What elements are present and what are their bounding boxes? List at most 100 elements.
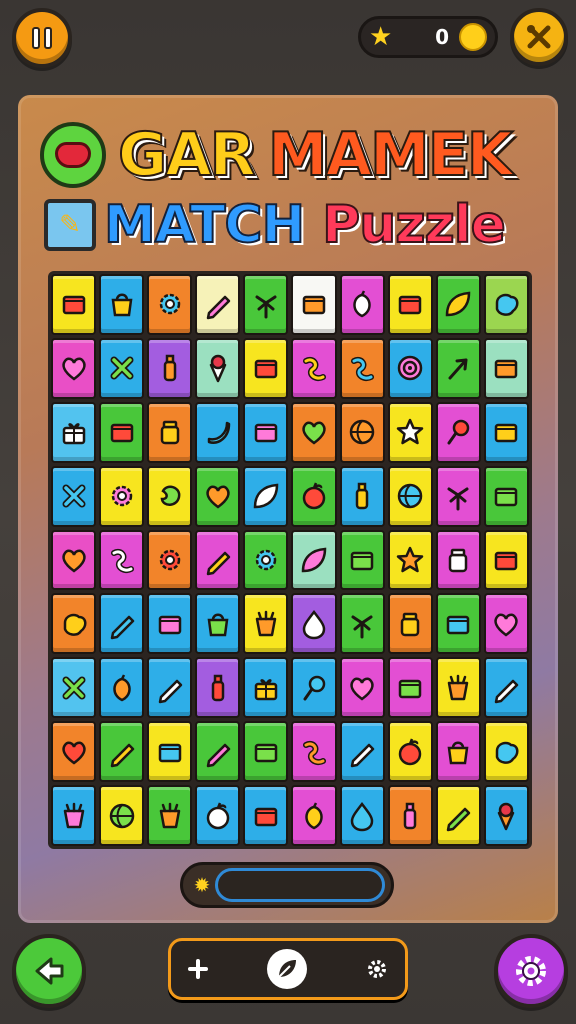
tile[interactable] xyxy=(195,593,241,655)
tile[interactable] xyxy=(243,274,289,335)
tile[interactable] xyxy=(291,721,337,783)
tile[interactable] xyxy=(339,401,385,463)
tile[interactable] xyxy=(483,274,529,335)
pause-button[interactable] xyxy=(12,8,72,68)
tile[interactable] xyxy=(387,785,433,846)
tile[interactable] xyxy=(435,529,481,591)
tile[interactable] xyxy=(243,657,289,719)
tile[interactable] xyxy=(243,593,289,655)
tile[interactable] xyxy=(51,785,97,846)
tile[interactable] xyxy=(483,657,529,719)
leaf-button[interactable] xyxy=(267,949,307,989)
tile[interactable] xyxy=(99,657,145,719)
tile[interactable] xyxy=(99,785,145,846)
tile[interactable] xyxy=(51,337,97,399)
tile[interactable] xyxy=(195,657,241,719)
tile[interactable] xyxy=(387,721,433,783)
tile[interactable] xyxy=(195,465,241,527)
tile[interactable] xyxy=(435,593,481,655)
tile[interactable] xyxy=(147,785,193,846)
tile[interactable] xyxy=(243,529,289,591)
tile[interactable] xyxy=(51,593,97,655)
tile[interactable] xyxy=(291,337,337,399)
tile[interactable] xyxy=(195,337,241,399)
tile[interactable] xyxy=(483,593,529,655)
tile[interactable] xyxy=(387,465,433,527)
tile[interactable] xyxy=(51,657,97,719)
tile[interactable] xyxy=(243,785,289,846)
tile[interactable] xyxy=(147,721,193,783)
tile[interactable] xyxy=(435,721,481,783)
tile[interactable] xyxy=(387,337,433,399)
tile[interactable] xyxy=(483,337,529,399)
tile[interactable] xyxy=(99,401,145,463)
tile[interactable] xyxy=(51,721,97,783)
tile[interactable] xyxy=(483,465,529,527)
tile[interactable] xyxy=(483,721,529,783)
small-settings-button[interactable] xyxy=(365,957,389,981)
tile[interactable] xyxy=(99,337,145,399)
tile[interactable] xyxy=(435,785,481,846)
tile[interactable] xyxy=(291,529,337,591)
tile[interactable] xyxy=(483,529,529,591)
tile[interactable] xyxy=(339,657,385,719)
tile[interactable] xyxy=(147,593,193,655)
tile[interactable] xyxy=(243,337,289,399)
cross-icon xyxy=(110,356,134,380)
tile[interactable] xyxy=(435,401,481,463)
tile[interactable] xyxy=(147,274,193,335)
tile[interactable] xyxy=(243,401,289,463)
tile[interactable] xyxy=(387,401,433,463)
tile[interactable] xyxy=(291,785,337,846)
tile[interactable] xyxy=(339,529,385,591)
tile[interactable] xyxy=(291,401,337,463)
tile[interactable] xyxy=(435,465,481,527)
tile[interactable] xyxy=(291,274,337,335)
tile[interactable] xyxy=(147,337,193,399)
tile[interactable] xyxy=(483,785,529,846)
tile[interactable] xyxy=(291,465,337,527)
tile[interactable] xyxy=(51,274,97,335)
tile[interactable] xyxy=(243,721,289,783)
tile[interactable] xyxy=(435,274,481,335)
tile[interactable] xyxy=(339,465,385,527)
add-button[interactable] xyxy=(187,958,209,980)
back-button[interactable] xyxy=(12,934,86,1008)
tile[interactable] xyxy=(99,721,145,783)
tile[interactable] xyxy=(99,274,145,335)
tile[interactable] xyxy=(147,657,193,719)
tile[interactable] xyxy=(195,274,241,335)
tile[interactable] xyxy=(99,593,145,655)
tile[interactable] xyxy=(339,785,385,846)
tile[interactable] xyxy=(195,721,241,783)
tile[interactable] xyxy=(291,657,337,719)
tile[interactable] xyxy=(387,593,433,655)
tile[interactable] xyxy=(339,721,385,783)
tile[interactable] xyxy=(147,529,193,591)
tile[interactable] xyxy=(195,401,241,463)
tile[interactable] xyxy=(51,529,97,591)
tools-button[interactable] xyxy=(510,8,568,66)
settings-button[interactable] xyxy=(494,934,568,1008)
tile[interactable] xyxy=(195,529,241,591)
tile[interactable] xyxy=(147,401,193,463)
tile[interactable] xyxy=(387,274,433,335)
tile[interactable] xyxy=(435,657,481,719)
tile[interactable] xyxy=(195,785,241,846)
pencil-icon xyxy=(158,679,182,704)
tile[interactable] xyxy=(243,465,289,527)
tile[interactable] xyxy=(387,529,433,591)
tile[interactable] xyxy=(51,401,97,463)
tile[interactable] xyxy=(339,337,385,399)
tile[interactable] xyxy=(435,337,481,399)
tile[interactable] xyxy=(339,593,385,655)
tile[interactable] xyxy=(51,465,97,527)
heart-icon xyxy=(350,677,374,701)
tile[interactable] xyxy=(387,657,433,719)
tile[interactable] xyxy=(291,593,337,655)
tile[interactable] xyxy=(483,401,529,463)
tile[interactable] xyxy=(99,529,145,591)
tile[interactable] xyxy=(147,465,193,527)
tile[interactable] xyxy=(99,465,145,527)
tile[interactable] xyxy=(339,274,385,335)
